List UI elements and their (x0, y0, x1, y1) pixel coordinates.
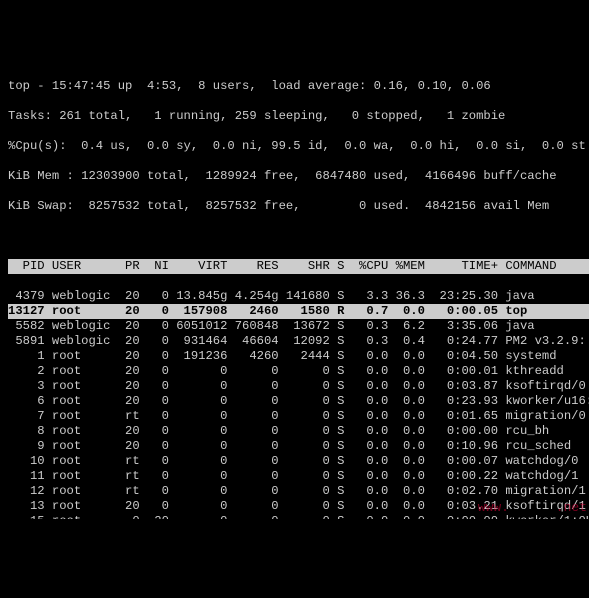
process-row[interactable]: 6 root 20 0 0 0 0 S 0.0 0.0 0:23.93 kwor… (8, 394, 589, 409)
top-terminal[interactable]: { "summary": { "line1": "top - 15:47:45 … (8, 19, 589, 519)
process-row[interactable]: 3 root 20 0 0 0 0 S 0.0 0.0 0:03.87 ksof… (8, 379, 589, 394)
process-row[interactable]: 13127 root 20 0 157908 2460 1580 R 0.7 0… (8, 304, 589, 319)
tasks-line: Tasks: 261 total, 1 running, 259 sleepin… (8, 109, 589, 124)
process-row[interactable]: 12 root rt 0 0 0 0 S 0.0 0.0 0:02.70 mig… (8, 484, 589, 499)
process-row[interactable]: 4379 weblogic 20 0 13.845g 4.254g 141680… (8, 289, 589, 304)
blank-line (8, 229, 589, 244)
cpu-line: %Cpu(s): 0.4 us, 0.0 sy, 0.0 ni, 99.5 id… (8, 139, 589, 154)
watermark: www. .net (478, 500, 587, 515)
swap-line: KiB Swap: 8257532 total, 8257532 free, 0… (8, 199, 589, 214)
process-row[interactable]: 8 root 20 0 0 0 0 S 0.0 0.0 0:00.00 rcu_… (8, 424, 589, 439)
uptime-line: top - 15:47:45 up 4:53, 8 users, load av… (8, 79, 589, 94)
process-row[interactable]: 5891 weblogic 20 0 931464 46604 12092 S … (8, 334, 589, 349)
mem-line: KiB Mem : 12303900 total, 1289924 free, … (8, 169, 589, 184)
process-row[interactable]: 7 root rt 0 0 0 0 S 0.0 0.0 0:01.65 migr… (8, 409, 589, 424)
process-row[interactable]: 10 root rt 0 0 0 0 S 0.0 0.0 0:00.07 wat… (8, 454, 589, 469)
process-row[interactable]: 9 root 20 0 0 0 0 S 0.0 0.0 0:10.96 rcu_… (8, 439, 589, 454)
process-list[interactable]: 4379 weblogic 20 0 13.845g 4.254g 141680… (8, 289, 589, 519)
process-row[interactable]: 5582 weblogic 20 0 6051012 760848 13672 … (8, 319, 589, 334)
process-row[interactable]: 2 root 20 0 0 0 0 S 0.0 0.0 0:00.01 kthr… (8, 364, 589, 379)
process-row[interactable]: 1 root 20 0 191236 4260 2444 S 0.0 0.0 0… (8, 349, 589, 364)
column-headers[interactable]: PID USER PR NI VIRT RES SHR S %CPU %MEM … (8, 259, 589, 274)
process-row[interactable]: 11 root rt 0 0 0 0 S 0.0 0.0 0:00.22 wat… (8, 469, 589, 484)
